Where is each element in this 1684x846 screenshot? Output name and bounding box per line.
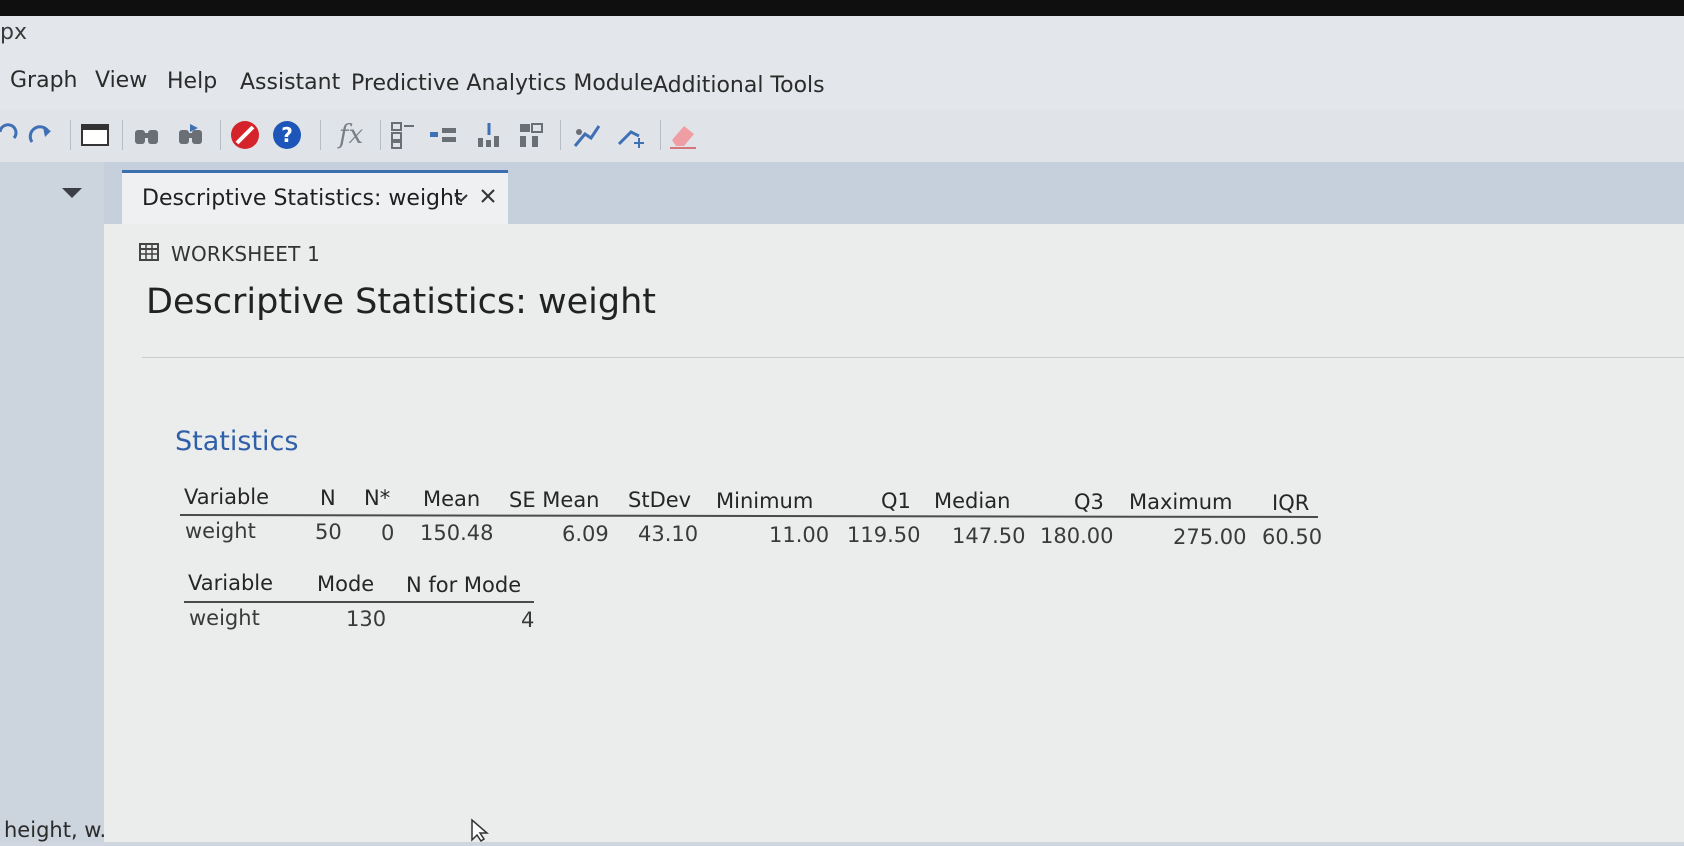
toolbar-separator: [70, 120, 71, 150]
close-icon[interactable]: [478, 186, 498, 206]
table-cell: 6.09: [562, 522, 609, 546]
table-cell: 0: [381, 521, 395, 545]
table-cell: 180.00: [1040, 524, 1114, 548]
status-text: height, w...: [4, 818, 120, 842]
column-header: StDev: [628, 488, 692, 512]
mouse-pointer-icon: [470, 818, 492, 843]
column-header: N for Mode: [406, 573, 522, 597]
table-cell: 119.50: [847, 523, 921, 547]
function-icon[interactable]: fx: [334, 118, 368, 152]
column-header: Variable: [188, 571, 274, 595]
table-cell: weight: [189, 606, 260, 630]
chevron-down-icon[interactable]: [60, 184, 84, 200]
title-bar: [0, 16, 1684, 60]
table-cell: 60.50: [1262, 525, 1323, 549]
table-cell: 275.00: [1173, 525, 1247, 549]
app-title: px: [0, 20, 27, 45]
column-header: Q3: [1074, 490, 1104, 514]
menu-assistant[interactable]: Assistant: [240, 70, 340, 95]
menu-help[interactable]: Help: [167, 69, 217, 94]
table-cell: 43.10: [638, 522, 699, 546]
table-cell: 11.00: [769, 523, 830, 547]
section-title-statistics: Statistics: [175, 426, 299, 457]
sort-icon[interactable]: [472, 118, 506, 152]
menu-graph[interactable]: Graph: [10, 68, 77, 93]
column-header: Minimum: [716, 489, 814, 513]
column-header: Median: [934, 489, 1011, 513]
worksheet-label: WORKSHEET 1: [171, 242, 321, 266]
title-divider: [142, 357, 1684, 358]
left-navigator-panel: [0, 162, 104, 842]
eraser-icon[interactable]: [666, 118, 700, 152]
find-next-icon[interactable]: [174, 118, 208, 152]
column-header: Mean: [423, 487, 481, 511]
toolbar-separator: [122, 120, 123, 150]
cancel-icon[interactable]: [228, 118, 262, 152]
table-cell: 50: [315, 520, 342, 544]
crosshair-icon[interactable]: [614, 118, 648, 152]
column-header: N*: [364, 486, 391, 510]
worksheet-icon: [139, 243, 159, 261]
redo-icon[interactable]: [24, 118, 58, 152]
table-cell: 147.50: [952, 524, 1026, 548]
column-icon[interactable]: [428, 118, 462, 152]
help-icon[interactable]: ?: [270, 118, 304, 152]
column-header: N: [320, 486, 336, 510]
tab-label: Descriptive Statistics: weight: [142, 186, 463, 211]
toolbar-separator: [560, 120, 561, 150]
table-cell: 150.48: [420, 521, 494, 545]
column-header: Maximum: [1129, 490, 1233, 514]
table-header-rule: [184, 601, 534, 603]
table-cell: 130: [346, 607, 387, 631]
toolbar-separator: [660, 120, 661, 150]
table-cell: weight: [185, 519, 256, 543]
menu-view[interactable]: View: [95, 68, 147, 93]
undo-icon[interactable]: [0, 118, 24, 152]
table-cell: 4: [521, 608, 535, 632]
svg-text:?: ?: [281, 123, 293, 147]
window-icon[interactable]: [78, 118, 112, 152]
column-header: SE Mean: [509, 488, 600, 512]
chevron-down-icon[interactable]: [452, 190, 470, 204]
screen-top-edge: [0, 0, 1684, 16]
toolbar-separator: [320, 120, 321, 150]
tally-icon[interactable]: [514, 118, 548, 152]
column-header: Mode: [317, 572, 375, 596]
column-header: Q1: [881, 489, 911, 513]
menu-additional-tools[interactable]: Additional Tools: [653, 73, 825, 98]
brush-icon[interactable]: [570, 118, 604, 152]
column-header: IQR: [1272, 491, 1310, 515]
find-icon[interactable]: [130, 118, 164, 152]
toolbar-separator: [220, 120, 221, 150]
column-header: Variable: [184, 485, 270, 509]
menu-predictive-analytics[interactable]: Predictive Analytics Module: [351, 71, 653, 96]
row-icon[interactable]: [386, 118, 420, 152]
output-title: Descriptive Statistics: weight: [146, 282, 657, 322]
toolbar-separator: [380, 120, 381, 150]
